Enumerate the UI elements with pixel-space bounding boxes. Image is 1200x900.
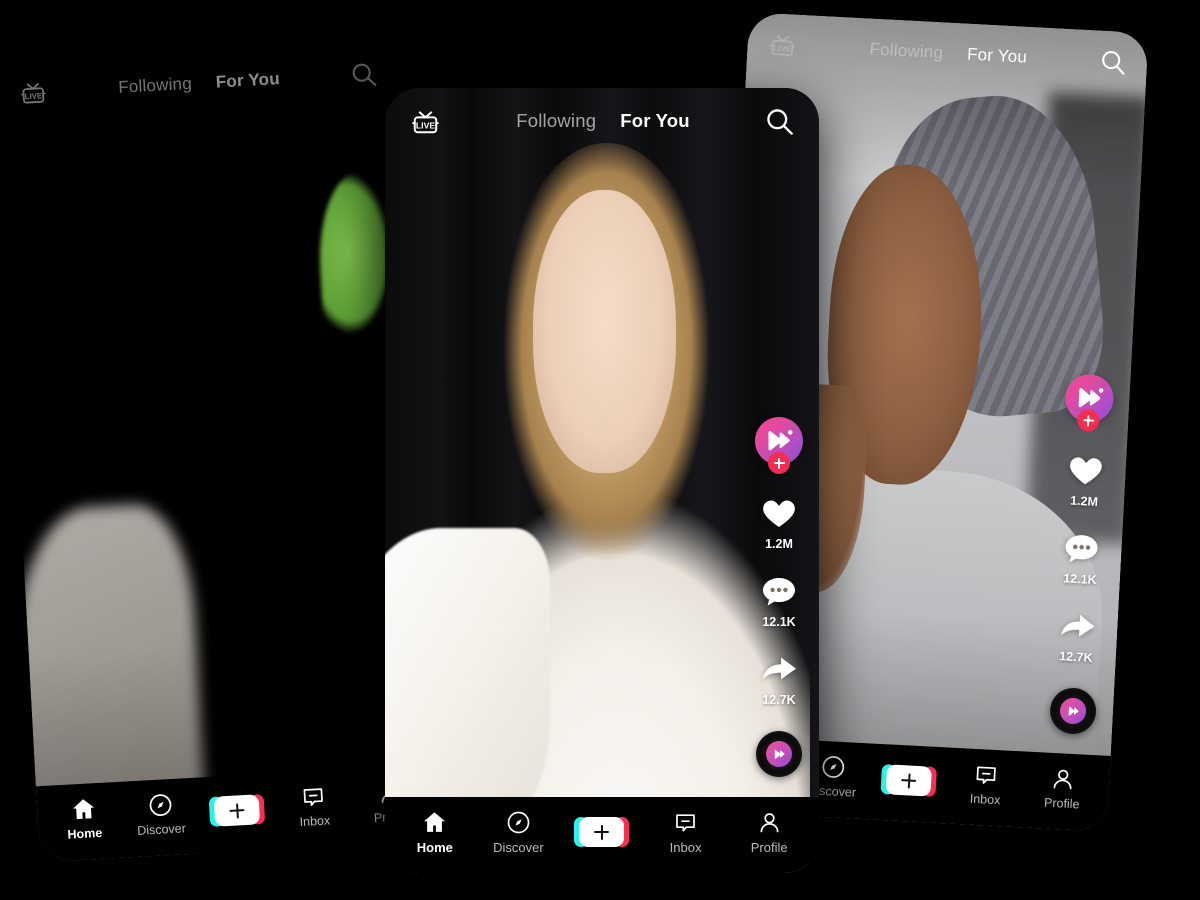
nav-item-create[interactable] <box>198 793 276 827</box>
nav-label-inbox: Inbox <box>969 791 1001 808</box>
search-icon[interactable] <box>1098 47 1127 76</box>
nav-item-inbox[interactable]: Inbox <box>946 761 1025 809</box>
like-count: 1.2M <box>765 537 793 551</box>
rail-item-like[interactable]: 1.2M <box>759 493 799 551</box>
nav-item-discover[interactable]: Discover <box>121 791 200 839</box>
rail-item-comment[interactable]: 12.1K <box>759 571 799 629</box>
share-count: 12.7K <box>762 693 796 707</box>
search-icon[interactable] <box>764 106 795 137</box>
tab-following[interactable]: Following <box>869 39 944 63</box>
comment-count: 12.1K <box>1062 571 1097 588</box>
phone-screen-left: LIVE Following For You Home Discover Inb… <box>0 41 440 863</box>
rail-item-share[interactable]: 12.7K <box>759 649 799 707</box>
phone-screen-center: LIVE Following For You 1.2M 12.1K 12.7K … <box>385 88 819 873</box>
compass-icon <box>506 810 531 835</box>
nav-label-inbox: Inbox <box>669 839 702 855</box>
avatar[interactable] <box>755 417 803 474</box>
live-icon[interactable]: LIVE <box>767 29 799 61</box>
nav-item-inbox[interactable]: Inbox <box>644 810 728 855</box>
bottom-nav-center: Home Discover Inbox Profile <box>385 797 819 873</box>
nav-label-discover: Discover <box>493 839 544 855</box>
inbox-icon <box>300 784 326 810</box>
music-disc-icon[interactable] <box>756 731 802 777</box>
feed-tabs-center: Following For You <box>442 110 764 132</box>
feed-tabs-left: Following For You <box>48 65 351 101</box>
phone-mockup-center: LIVE Following For You 1.2M 12.1K 12.7K … <box>385 88 819 873</box>
music-disc-core <box>1059 697 1087 725</box>
feed-tabs-right: Following For You <box>797 36 1100 72</box>
rail-item-comment[interactable]: 12.1K <box>1060 527 1103 587</box>
nav-item-profile[interactable]: Profile <box>1023 765 1102 813</box>
nav-item-home[interactable]: Home <box>45 795 124 843</box>
tab-following[interactable]: Following <box>118 74 193 98</box>
nav-label-discover: Discover <box>136 821 187 838</box>
avatar[interactable] <box>1064 373 1115 432</box>
svg-text:LIVE: LIVE <box>25 91 43 101</box>
comment-icon <box>1061 527 1103 569</box>
nav-label-inbox: Inbox <box>299 813 331 830</box>
top-bar-center: LIVE Following For You <box>385 88 819 154</box>
home-icon <box>422 810 447 835</box>
svg-text:LIVE: LIVE <box>416 120 435 130</box>
create-plus-icon[interactable] <box>885 764 933 797</box>
live-icon[interactable]: LIVE <box>409 105 442 138</box>
tab-following[interactable]: Following <box>516 110 596 132</box>
heart-icon <box>759 493 799 533</box>
plant-leaf-decor <box>315 170 396 335</box>
nav-label-home: Home <box>416 839 453 855</box>
nav-item-create[interactable] <box>870 764 948 798</box>
compass-icon <box>820 754 846 780</box>
nav-item-home[interactable]: Home <box>393 810 477 855</box>
comment-icon <box>759 571 799 611</box>
compass-icon <box>147 792 173 818</box>
share-icon <box>1057 605 1099 647</box>
rail-item-share[interactable]: 12.7K <box>1056 605 1099 665</box>
person-icon <box>757 810 782 835</box>
phone-mockup-stage: LIVE Following For You Home Discover Inb… <box>0 0 1200 900</box>
search-icon[interactable] <box>349 60 378 89</box>
home-icon <box>70 796 96 822</box>
rail-item-like[interactable]: 1.2M <box>1064 449 1107 509</box>
nav-item-discover[interactable]: Discover <box>477 810 561 855</box>
music-disc-icon[interactable] <box>1048 686 1098 736</box>
create-plus-icon[interactable] <box>214 794 261 827</box>
share-count: 12.7K <box>1058 649 1093 665</box>
feed-video-left[interactable] <box>0 42 439 862</box>
subject-face <box>532 190 676 473</box>
comment-count: 12.1K <box>762 615 796 629</box>
tab-for-you[interactable]: For You <box>967 45 1028 68</box>
nav-label-home: Home <box>67 825 103 842</box>
svg-text:LIVE: LIVE <box>773 44 791 54</box>
nav-item-create[interactable] <box>560 817 644 847</box>
create-plus-icon[interactable] <box>574 817 630 847</box>
like-count: 1.2M <box>1069 493 1099 509</box>
heart-icon <box>1065 449 1107 491</box>
music-disc-core <box>766 741 792 767</box>
follow-plus-badge[interactable] <box>1076 408 1100 432</box>
nav-label-profile: Profile <box>1043 795 1080 812</box>
feed-video-center[interactable] <box>385 88 819 873</box>
action-rail-center: 1.2M 12.1K 12.7K <box>755 417 803 777</box>
nav-item-inbox[interactable]: Inbox <box>275 782 354 830</box>
subject-arm <box>385 527 550 842</box>
tab-for-you[interactable]: For You <box>215 69 280 92</box>
nav-label-profile: Profile <box>750 839 788 855</box>
share-icon <box>759 649 799 689</box>
live-icon[interactable]: LIVE <box>17 77 49 109</box>
inbox-icon <box>973 762 999 788</box>
person-icon <box>1050 766 1076 792</box>
follow-plus-badge[interactable] <box>768 452 790 474</box>
inbox-icon <box>673 810 698 835</box>
tab-for-you[interactable]: For You <box>620 110 690 132</box>
phone-mockup-left: LIVE Following For You Home Discover Inb… <box>0 41 440 863</box>
nav-item-profile[interactable]: Profile <box>727 810 811 855</box>
